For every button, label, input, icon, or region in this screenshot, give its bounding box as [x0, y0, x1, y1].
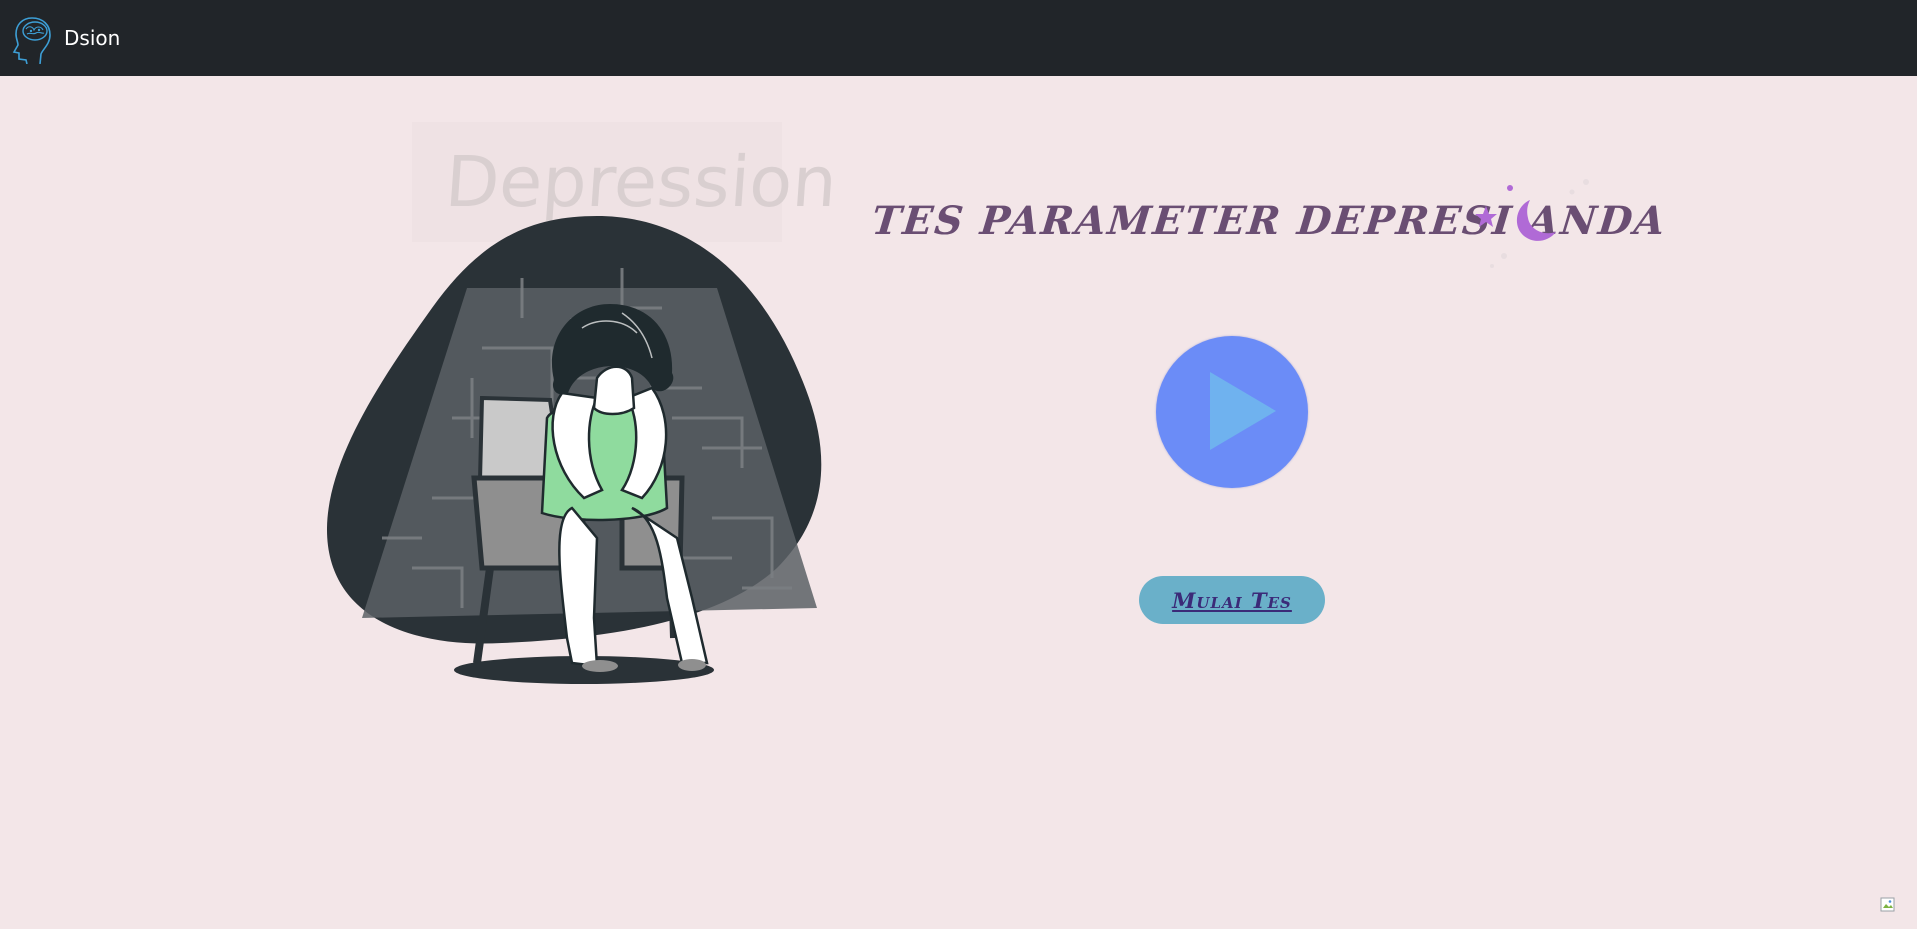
start-test-button[interactable]: Mulai Tes [1139, 576, 1325, 624]
play-icon [1210, 372, 1276, 450]
brand-name: Dsion [64, 26, 121, 50]
crying-woman-illustration: Depression [326, 122, 840, 684]
brain-head-icon [12, 17, 51, 64]
navbar: Dsion [0, 0, 1917, 76]
moon-icon [1475, 179, 1589, 268]
broken-image-icon [1880, 897, 1895, 912]
play-button[interactable] [1156, 336, 1308, 488]
depression-sign-text: Depression [443, 141, 840, 223]
brand-link[interactable]: Dsion [12, 12, 120, 64]
